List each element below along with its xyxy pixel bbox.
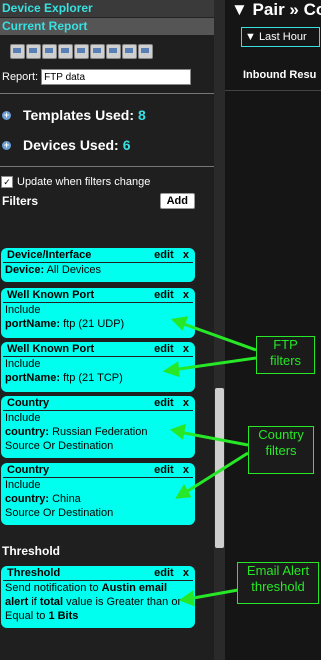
arrow-head [169,423,186,440]
callout-ftp-filters: FTP filters [256,336,315,374]
arrow-head [162,361,180,378]
callout-country-filters: Country filters [248,426,314,474]
arrow-line [178,430,249,447]
arrow-line [182,451,249,496]
arrow-head [170,316,189,331]
arrow-head [175,484,192,499]
arrow-head [178,590,195,607]
arrow-line [171,356,257,372]
callout-email-alert: Email Alert threshold [237,562,319,604]
arrow-line [180,321,257,352]
arrow-line [187,588,239,601]
annotation-arrows [162,316,257,607]
